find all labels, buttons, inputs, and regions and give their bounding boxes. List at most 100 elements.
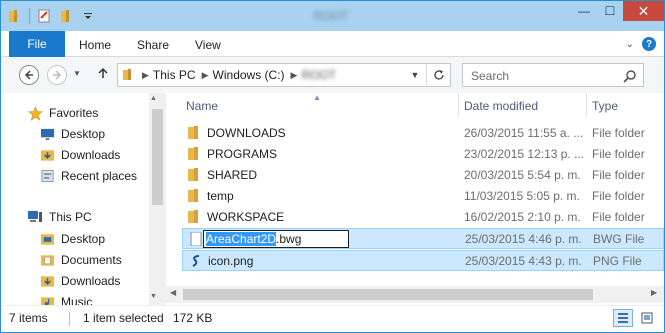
refresh-icon [433, 70, 444, 80]
address-bar[interactable]: ▶ This PC ▶ Windows (C:) ▶ ROOT ▼ [117, 63, 451, 87]
help-icon[interactable]: ? [642, 37, 656, 51]
scroll-up-icon[interactable]: ▲ [150, 95, 157, 102]
breadcrumb-root[interactable]: ROOT [301, 68, 336, 82]
file-date: 25/03/2015 4:46 p. m. [465, 232, 582, 246]
nav-item-label: Documents [61, 253, 122, 267]
tab-share[interactable]: Share [137, 38, 169, 52]
quick-access-toolbar [7, 8, 96, 24]
music-folder-icon [39, 294, 55, 305]
nav-item-label: Music [61, 295, 93, 305]
desktop-icon [39, 126, 55, 142]
scroll-left-icon[interactable]: ◀ [170, 288, 176, 297]
toolbar-separator [29, 8, 30, 24]
file-row-workspace[interactable]: WORKSPACE 16/02/2015 2:10 p. m. File fol… [182, 207, 664, 228]
breadcrumb-windows-c[interactable]: Windows (C:) [213, 68, 285, 82]
breadcrumb-separator-icon: ▶ [201, 69, 209, 80]
nav-item-pc-downloads[interactable]: Downloads [39, 271, 120, 291]
search-placeholder: Search [471, 69, 510, 83]
column-header-name[interactable]: Name [186, 99, 218, 113]
file-date: 16/02/2015 2:10 p. m. [464, 210, 581, 224]
nav-item-label: Desktop [61, 232, 106, 246]
nav-item-downloads[interactable]: Downloads [39, 145, 120, 165]
breadcrumb-this-pc[interactable]: This PC [153, 68, 196, 82]
back-button[interactable] [19, 65, 39, 85]
file-type: File folder [592, 147, 645, 161]
column-header-type[interactable]: Type [592, 99, 618, 113]
tab-view[interactable]: View [195, 38, 221, 52]
file-name: temp [207, 189, 234, 203]
customize-toolbar-icon[interactable] [80, 8, 96, 24]
arrow-up-icon [98, 67, 108, 78]
column-divider[interactable] [458, 93, 459, 117]
document-icon [190, 232, 202, 246]
scroll-right-icon[interactable]: ▶ [651, 288, 657, 297]
breadcrumb-separator-icon: ▶ [290, 69, 298, 80]
star-icon [27, 105, 43, 121]
nav-item-favorites[interactable]: Favorites [27, 103, 98, 123]
nav-item-recent-places[interactable]: Recent places [39, 166, 137, 186]
large-icons-view-button[interactable] [637, 309, 657, 327]
forward-button[interactable] [47, 65, 67, 85]
nav-item-label: Downloads [61, 274, 121, 288]
folder-icon [123, 69, 131, 80]
refresh-button[interactable] [426, 64, 450, 86]
file-row-shared[interactable]: SHARED 20/03/2015 5:54 p. m. File folder [182, 165, 664, 186]
search-input[interactable]: Search [462, 63, 644, 87]
up-button[interactable] [97, 66, 109, 82]
nav-item-pc-desktop[interactable]: Desktop [39, 229, 105, 249]
folder-icon[interactable] [7, 8, 23, 24]
rename-selected-text: AreaChart2D [206, 232, 277, 246]
close-button[interactable]: ✕ [623, 1, 664, 21]
file-row-downloads[interactable]: DOWNLOADS 26/03/2015 11:55 a. ... File f… [182, 123, 664, 144]
file-name: PROGRAMS [207, 147, 278, 161]
status-item-count: 7 items [9, 311, 48, 325]
nav-item-music[interactable]: Music [39, 292, 92, 305]
details-view-button[interactable] [613, 309, 633, 327]
file-row-programs[interactable]: PROGRAMS 23/02/2015 12:13 p. ... File fo… [182, 144, 664, 165]
properties-icon[interactable] [36, 8, 52, 24]
file-row-icon-png[interactable]: icon.png 25/03/2015 4:43 p. m. PNG File [182, 250, 664, 271]
address-dropdown-icon[interactable]: ▼ [406, 64, 424, 86]
downloads-folder-icon [39, 147, 55, 163]
nav-item-label: Favorites [49, 106, 99, 120]
details-view-icon [618, 313, 628, 323]
rename-extension-text: .bwg [276, 232, 302, 246]
navigation-scrollbar-thumb[interactable] [152, 109, 163, 205]
breadcrumb-separator-icon: ▶ [142, 69, 149, 80]
column-header-date-modified[interactable]: Date modified [464, 99, 538, 113]
expand-ribbon-icon[interactable]: ⌄ [626, 39, 634, 50]
navigation-pane: Favorites Desktop Downloads Recent place… [1, 93, 166, 305]
minimize-button[interactable]: — [571, 1, 597, 21]
rename-input[interactable]: AreaChart2D .bwg [203, 230, 349, 248]
documents-folder-icon [39, 252, 55, 268]
nav-item-desktop[interactable]: Desktop [39, 124, 105, 144]
ribbon-right-controls: ⌄ ? [626, 37, 656, 51]
status-selected-size: 172 KB [173, 311, 213, 325]
column-divider[interactable] [586, 93, 587, 117]
file-name: SHARED [207, 168, 258, 182]
file-name: icon.png [208, 254, 254, 268]
arrow-left-icon [24, 70, 33, 80]
recent-locations-chevron-icon[interactable]: ▼ [73, 69, 81, 78]
file-date: 25/03/2015 4:43 p. m. [465, 254, 582, 268]
file-list: ▲ Name Date modified Type DOWNLOADS 26/0… [166, 93, 664, 305]
nav-item-label: This PC [49, 210, 92, 224]
tab-file[interactable]: File [9, 31, 65, 57]
maximize-button[interactable]: ☐ [597, 1, 623, 21]
file-name: DOWNLOADS [207, 126, 286, 140]
nav-item-label: Desktop [61, 127, 106, 141]
folder-icon [188, 210, 198, 223]
file-row-temp[interactable]: temp 11/03/2015 5:05 p. m. File folder [182, 186, 664, 207]
file-type: PNG File [593, 254, 642, 268]
title-bar: ROOT — ☐ ✕ [1, 1, 664, 31]
arrow-right-icon [53, 70, 62, 80]
file-row-areachart2d[interactable]: AreaChart2D .bwg 25/03/2015 4:46 p. m. B… [182, 228, 664, 249]
nav-item-this-pc[interactable]: This PC [27, 207, 92, 227]
file-type: File folder [592, 189, 645, 203]
new-folder-icon[interactable] [58, 8, 74, 24]
tab-home[interactable]: Home [79, 38, 111, 52]
file-list-scrollbar-thumb[interactable] [183, 289, 593, 300]
nav-item-documents[interactable]: Documents [39, 250, 122, 270]
scroll-down-icon[interactable]: ▼ [150, 293, 157, 300]
status-bar: 7 items 1 item selected 172 KB [1, 305, 664, 332]
